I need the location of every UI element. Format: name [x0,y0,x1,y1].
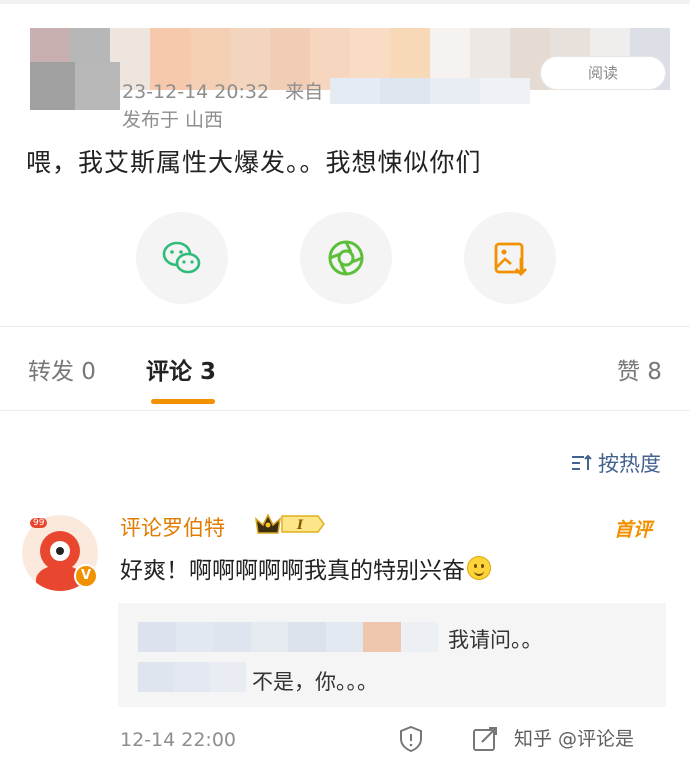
tab-comment[interactable]: 评论 3 [146,352,216,386]
smile-emoji-icon [467,556,491,580]
save-image-icon [494,242,527,276]
blurred-reply-user [138,622,438,652]
blurred-reply-user [138,662,246,692]
sort-label: 按热度 [598,452,661,476]
post-timestamp: 23-12-14 20:32 [122,81,270,103]
comment-author[interactable]: 评论罗伯特 [120,512,225,542]
share-moments-button[interactable] [300,212,392,304]
post-text: 喂，我艾斯属性大爆发。。我想悚似你们 [26,148,482,177]
wechat-icon [162,241,201,274]
reply-text: 我请问。。 [448,628,543,652]
tab-like[interactable]: 赞 8 [617,352,662,386]
sort-icon [572,454,592,470]
comment-time: 12-14 22:00 [120,729,237,751]
tab-repost[interactable]: 转发 0 [28,352,96,386]
read-count-button[interactable]: 阅读 [540,56,666,90]
rank-badge-label: I [296,518,304,533]
rank-badge-icon: I [254,513,325,534]
watermark: 知乎 @评论是 [514,728,635,750]
active-tab-indicator [151,399,215,404]
blurred-avatar [30,62,120,110]
comment-text-row: 好爽！啊啊啊啊啊我真的特别兴奋 [120,551,491,585]
top-divider [0,0,690,4]
level-badge: 99 [30,518,48,528]
post-location: 发布于 山西 [122,109,224,131]
save-image-button[interactable] [464,212,556,304]
blurred-source [330,78,530,104]
share-wechat-button[interactable] [136,212,228,304]
tabs-divider [0,410,690,411]
report-shield-icon[interactable] [396,724,426,754]
verified-badge-icon: V [74,564,98,588]
reply-text: 不是，你。。。 [252,670,378,694]
section-divider [0,326,690,327]
moments-icon [328,240,364,276]
comment-text: 好爽！啊啊啊啊啊我真的特别兴奋 [120,558,465,584]
first-comment-tag: 首评 [614,519,653,541]
share-comment-icon[interactable] [470,724,500,754]
post-meta: 23-12-14 20:32 来自 [122,77,323,104]
post-source: 来自 [285,81,324,103]
sort-button[interactable]: 按热度 [570,448,661,478]
